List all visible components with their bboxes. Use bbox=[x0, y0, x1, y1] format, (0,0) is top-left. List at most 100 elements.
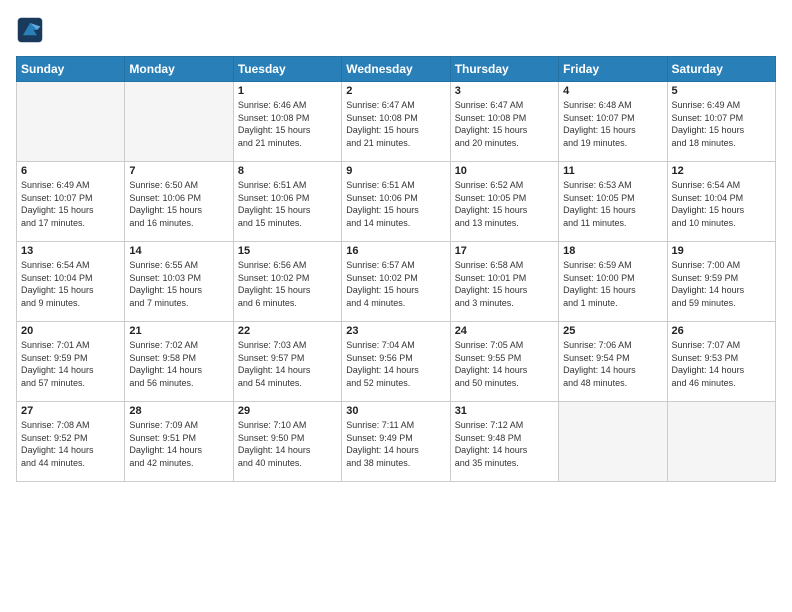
weekday-header: Thursday bbox=[450, 57, 558, 82]
day-info: Sunrise: 6:53 AM Sunset: 10:05 PM Daylig… bbox=[563, 179, 662, 229]
calendar-day-cell: 1 Sunrise: 6:46 AM Sunset: 10:08 PM Dayli… bbox=[233, 82, 341, 162]
day-number: 22 bbox=[238, 325, 337, 337]
day-info: Sunrise: 6:52 AM Sunset: 10:05 PM Daylig… bbox=[455, 179, 554, 229]
calendar-day-cell: 2 Sunrise: 6:47 AM Sunset: 10:08 PM Dayli… bbox=[342, 82, 450, 162]
calendar-week-row: 20 Sunrise: 7:01 AM Sunset: 9:59 PM Dayli… bbox=[17, 322, 776, 402]
day-number: 2 bbox=[346, 85, 445, 97]
calendar-day-cell: 19 Sunrise: 7:00 AM Sunset: 9:59 PM Dayli… bbox=[667, 242, 775, 322]
day-number: 27 bbox=[21, 405, 120, 417]
calendar-day-cell: 25 Sunrise: 7:06 AM Sunset: 9:54 PM Dayli… bbox=[559, 322, 667, 402]
calendar-day-cell: 26Sunrise: 7:07 AM Sunset: 9:53 PM Dayli… bbox=[667, 322, 775, 402]
day-number: 15 bbox=[238, 245, 337, 257]
calendar-week-row: 1 Sunrise: 6:46 AM Sunset: 10:08 PM Dayli… bbox=[17, 82, 776, 162]
logo bbox=[16, 16, 48, 44]
weekday-header: Friday bbox=[559, 57, 667, 82]
day-number: 17 bbox=[455, 245, 554, 257]
day-number: 26 bbox=[672, 325, 771, 337]
day-info: Sunrise: 7:12 AM Sunset: 9:48 PM Dayligh… bbox=[455, 419, 554, 469]
calendar-day-cell: 7 Sunrise: 6:50 AM Sunset: 10:06 PM Dayli… bbox=[125, 162, 233, 242]
day-number: 21 bbox=[129, 325, 228, 337]
day-info: Sunrise: 6:47 AM Sunset: 10:08 PM Daylig… bbox=[346, 99, 445, 149]
calendar-day-cell: 9 Sunrise: 6:51 AM Sunset: 10:06 PM Dayli… bbox=[342, 162, 450, 242]
day-number: 30 bbox=[346, 405, 445, 417]
day-info: Sunrise: 7:11 AM Sunset: 9:49 PM Dayligh… bbox=[346, 419, 445, 469]
calendar-day-cell: 6 Sunrise: 6:49 AM Sunset: 10:07 PM Dayli… bbox=[17, 162, 125, 242]
weekday-header: Tuesday bbox=[233, 57, 341, 82]
day-number: 24 bbox=[455, 325, 554, 337]
header bbox=[16, 16, 776, 44]
calendar-day-cell: 23 Sunrise: 7:04 AM Sunset: 9:56 PM Dayli… bbox=[342, 322, 450, 402]
day-info: Sunrise: 6:51 AM Sunset: 10:06 PM Daylig… bbox=[238, 179, 337, 229]
day-info: Sunrise: 6:46 AM Sunset: 10:08 PM Daylig… bbox=[238, 99, 337, 149]
day-number: 20 bbox=[21, 325, 120, 337]
day-info: Sunrise: 7:02 AM Sunset: 9:58 PM Dayligh… bbox=[129, 339, 228, 389]
day-number: 28 bbox=[129, 405, 228, 417]
day-info: Sunrise: 7:01 AM Sunset: 9:59 PM Dayligh… bbox=[21, 339, 120, 389]
day-number: 10 bbox=[455, 165, 554, 177]
day-number: 4 bbox=[563, 85, 662, 97]
day-number: 1 bbox=[238, 85, 337, 97]
calendar-day-cell bbox=[559, 402, 667, 482]
day-info: Sunrise: 6:57 AM Sunset: 10:02 PM Daylig… bbox=[346, 259, 445, 309]
day-info: Sunrise: 7:10 AM Sunset: 9:50 PM Dayligh… bbox=[238, 419, 337, 469]
day-info: Sunrise: 7:06 AM Sunset: 9:54 PM Dayligh… bbox=[563, 339, 662, 389]
day-number: 7 bbox=[129, 165, 228, 177]
calendar-week-row: 13 Sunrise: 6:54 AM Sunset: 10:04 PM Dayl… bbox=[17, 242, 776, 322]
calendar-day-cell: 24 Sunrise: 7:05 AM Sunset: 9:55 PM Dayli… bbox=[450, 322, 558, 402]
calendar-day-cell: 14 Sunrise: 6:55 AM Sunset: 10:03 PM Dayl… bbox=[125, 242, 233, 322]
calendar-day-cell: 28 Sunrise: 7:09 AM Sunset: 9:51 PM Dayli… bbox=[125, 402, 233, 482]
day-info: Sunrise: 7:05 AM Sunset: 9:55 PM Dayligh… bbox=[455, 339, 554, 389]
calendar-day-cell bbox=[667, 402, 775, 482]
day-info: Sunrise: 6:49 AM Sunset: 10:07 PM Daylig… bbox=[21, 179, 120, 229]
day-info: Sunrise: 7:00 AM Sunset: 9:59 PM Dayligh… bbox=[672, 259, 771, 309]
calendar-day-cell: 20 Sunrise: 7:01 AM Sunset: 9:59 PM Dayli… bbox=[17, 322, 125, 402]
calendar-day-cell: 12 Sunrise: 6:54 AM Sunset: 10:04 PM Dayl… bbox=[667, 162, 775, 242]
day-number: 23 bbox=[346, 325, 445, 337]
day-info: Sunrise: 6:50 AM Sunset: 10:06 PM Daylig… bbox=[129, 179, 228, 229]
weekday-header: Sunday bbox=[17, 57, 125, 82]
weekday-header: Wednesday bbox=[342, 57, 450, 82]
day-number: 16 bbox=[346, 245, 445, 257]
day-number: 25 bbox=[563, 325, 662, 337]
calendar-day-cell bbox=[17, 82, 125, 162]
calendar-header-row: SundayMondayTuesdayWednesdayThursdayFrid… bbox=[17, 57, 776, 82]
calendar-day-cell: 5Sunrise: 6:49 AM Sunset: 10:07 PM Dayli… bbox=[667, 82, 775, 162]
calendar-day-cell: 29 Sunrise: 7:10 AM Sunset: 9:50 PM Dayli… bbox=[233, 402, 341, 482]
day-number: 29 bbox=[238, 405, 337, 417]
day-number: 11 bbox=[563, 165, 662, 177]
day-number: 13 bbox=[21, 245, 120, 257]
calendar-day-cell: 27 Sunrise: 7:08 AM Sunset: 9:52 PM Dayli… bbox=[17, 402, 125, 482]
day-info: Sunrise: 7:04 AM Sunset: 9:56 PM Dayligh… bbox=[346, 339, 445, 389]
calendar-day-cell: 13 Sunrise: 6:54 AM Sunset: 10:04 PM Dayl… bbox=[17, 242, 125, 322]
calendar-day-cell: 21 Sunrise: 7:02 AM Sunset: 9:58 PM Dayli… bbox=[125, 322, 233, 402]
calendar-day-cell: 30 Sunrise: 7:11 AM Sunset: 9:49 PM Dayli… bbox=[342, 402, 450, 482]
day-number: 14 bbox=[129, 245, 228, 257]
day-info: Sunrise: 6:54 AM Sunset: 10:04 PM Daylig… bbox=[21, 259, 120, 309]
calendar-week-row: 6 Sunrise: 6:49 AM Sunset: 10:07 PM Dayli… bbox=[17, 162, 776, 242]
day-info: Sunrise: 6:56 AM Sunset: 10:02 PM Daylig… bbox=[238, 259, 337, 309]
day-number: 12 bbox=[672, 165, 771, 177]
day-info: Sunrise: 6:54 AM Sunset: 10:04 PM Daylig… bbox=[672, 179, 771, 229]
calendar-day-cell: 3 Sunrise: 6:47 AM Sunset: 10:08 PM Dayli… bbox=[450, 82, 558, 162]
day-info: Sunrise: 7:03 AM Sunset: 9:57 PM Dayligh… bbox=[238, 339, 337, 389]
day-info: Sunrise: 6:58 AM Sunset: 10:01 PM Daylig… bbox=[455, 259, 554, 309]
day-info: Sunrise: 6:59 AM Sunset: 10:00 PM Daylig… bbox=[563, 259, 662, 309]
calendar-day-cell: 8Sunrise: 6:51 AM Sunset: 10:06 PM Dayli… bbox=[233, 162, 341, 242]
day-number: 9 bbox=[346, 165, 445, 177]
day-info: Sunrise: 6:49 AM Sunset: 10:07 PM Daylig… bbox=[672, 99, 771, 149]
day-number: 6 bbox=[21, 165, 120, 177]
day-info: Sunrise: 6:47 AM Sunset: 10:08 PM Daylig… bbox=[455, 99, 554, 149]
weekday-header: Monday bbox=[125, 57, 233, 82]
day-info: Sunrise: 6:48 AM Sunset: 10:07 PM Daylig… bbox=[563, 99, 662, 149]
calendar-day-cell bbox=[125, 82, 233, 162]
day-info: Sunrise: 7:09 AM Sunset: 9:51 PM Dayligh… bbox=[129, 419, 228, 469]
day-info: Sunrise: 7:08 AM Sunset: 9:52 PM Dayligh… bbox=[21, 419, 120, 469]
day-number: 31 bbox=[455, 405, 554, 417]
calendar-day-cell: 10 Sunrise: 6:52 AM Sunset: 10:05 PM Dayl… bbox=[450, 162, 558, 242]
day-number: 3 bbox=[455, 85, 554, 97]
day-info: Sunrise: 6:51 AM Sunset: 10:06 PM Daylig… bbox=[346, 179, 445, 229]
calendar-day-cell: 31 Sunrise: 7:12 AM Sunset: 9:48 PM Dayli… bbox=[450, 402, 558, 482]
day-number: 19 bbox=[672, 245, 771, 257]
calendar: SundayMondayTuesdayWednesdayThursdayFrid… bbox=[16, 56, 776, 482]
day-info: Sunrise: 6:55 AM Sunset: 10:03 PM Daylig… bbox=[129, 259, 228, 309]
